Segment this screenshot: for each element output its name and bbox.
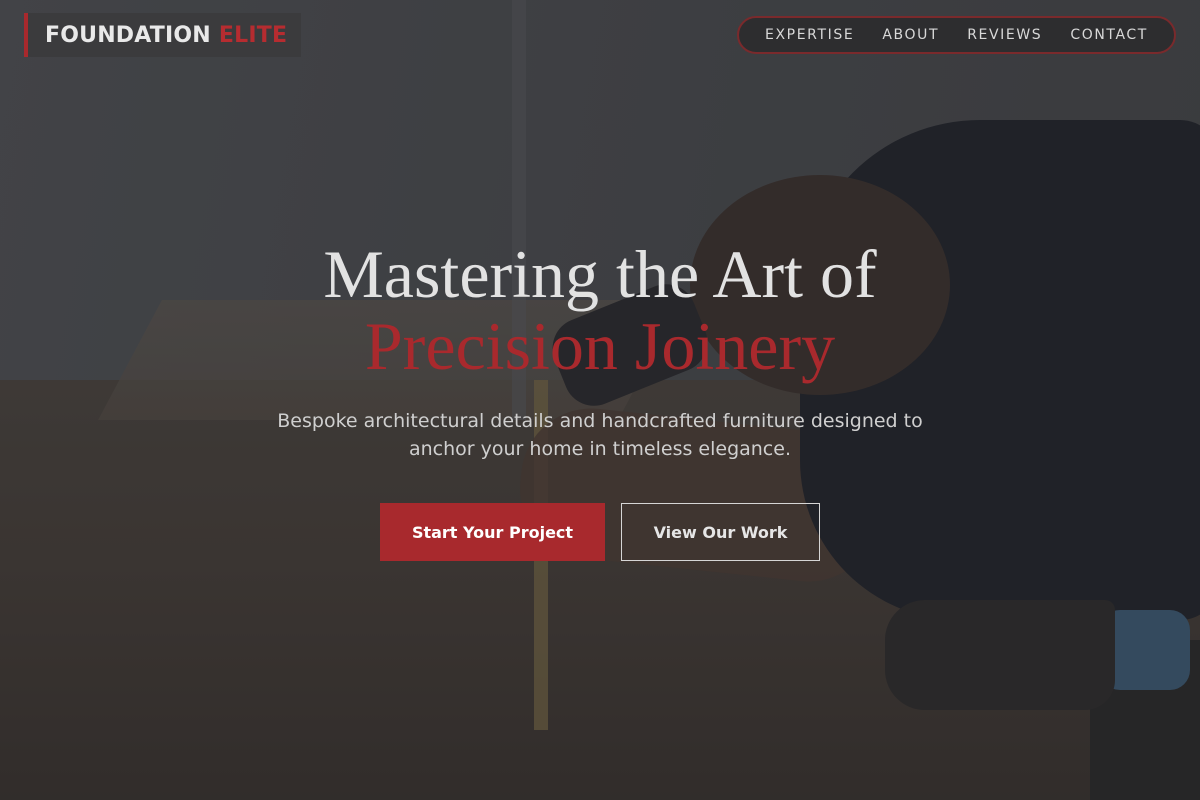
nav-item-expertise[interactable]: EXPERTISE [765, 27, 854, 43]
hero-headline: Mastering the Art of Precision Joinery [0, 238, 1200, 382]
main-nav: EXPERTISE ABOUT REVIEWS CONTACT [737, 16, 1176, 54]
brand-logo[interactable]: FOUNDATION ELITE [24, 13, 301, 57]
brand-name-part2: ELITE [218, 22, 288, 48]
nav-item-about[interactable]: ABOUT [882, 27, 939, 43]
view-work-button[interactable]: View Our Work [621, 503, 820, 561]
hero-headline-line2: Precision Joinery [364, 308, 836, 384]
nav-item-reviews[interactable]: REVIEWS [967, 27, 1042, 43]
hero-section: FOUNDATION ELITE EXPERTISE ABOUT REVIEWS… [0, 0, 1200, 800]
nav-item-contact[interactable]: CONTACT [1070, 27, 1148, 43]
brand-name-part1: FOUNDATION [45, 22, 211, 48]
hero-overlay [0, 0, 1200, 800]
start-project-button[interactable]: Start Your Project [380, 503, 605, 561]
hero-subtitle: Bespoke architectural details and handcr… [277, 410, 923, 460]
hero-headline-line1: Mastering the Art of [323, 236, 877, 312]
